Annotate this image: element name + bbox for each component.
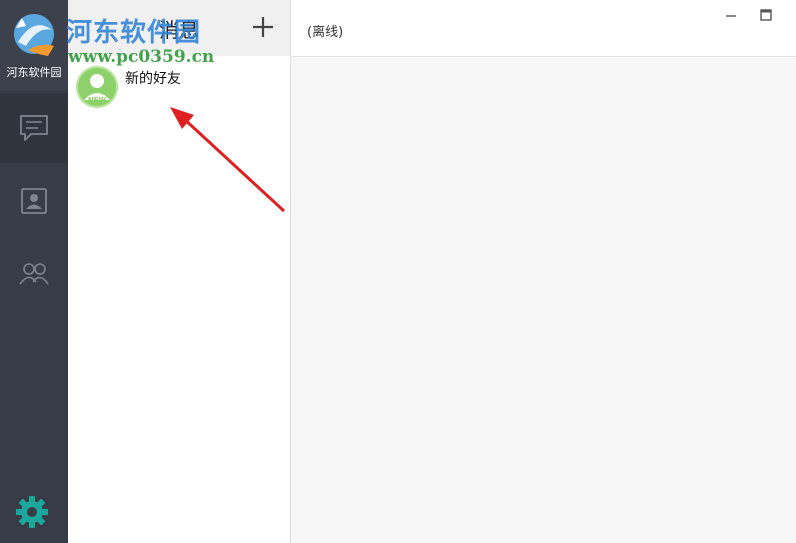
group-icon	[19, 263, 49, 285]
logo-icon	[14, 14, 54, 56]
plus-icon[interactable]	[250, 14, 276, 40]
annotation-arrow-icon	[170, 107, 286, 213]
list-item-label: 新的好友	[125, 71, 181, 87]
connection-status: (离线)	[307, 25, 344, 40]
gear-icon[interactable]	[14, 494, 50, 530]
chat-area: (离线)	[291, 0, 796, 543]
watermark-text: 河东软件园	[66, 18, 202, 48]
avatar: NEW	[76, 66, 118, 108]
nav-groups[interactable]	[0, 238, 68, 308]
watermark-url: www.pc0359.cn	[68, 47, 215, 67]
chat-header: (离线)	[291, 0, 796, 57]
contact-card-icon	[21, 188, 47, 214]
logo-area: 河东软件园	[0, 0, 68, 90]
maximize-icon[interactable]	[759, 8, 773, 22]
left-nav-rail: 河东软件园	[0, 0, 68, 543]
logo-label: 河东软件园	[6, 66, 62, 79]
message-list-panel: 消息 NEW 新的好友	[68, 0, 291, 543]
chat-bubble-icon	[20, 115, 48, 141]
new-badge: NEW	[87, 96, 107, 104]
nav-contacts[interactable]	[0, 166, 68, 236]
minimize-icon[interactable]	[724, 8, 738, 22]
nav-messages[interactable]	[0, 93, 68, 163]
